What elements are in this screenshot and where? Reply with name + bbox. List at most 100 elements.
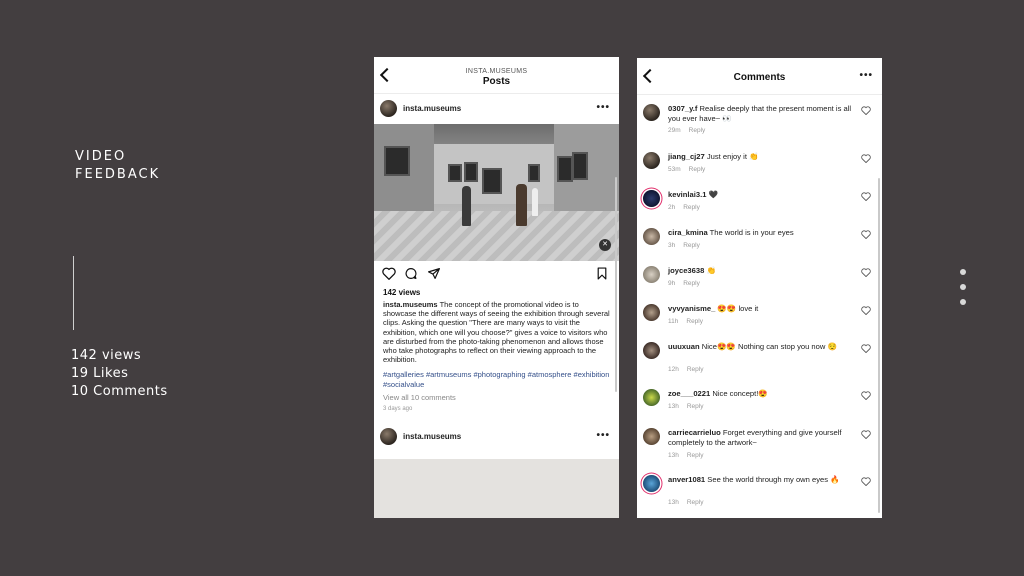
mute-icon[interactable]: ✕ (599, 239, 611, 251)
comment-like-heart-icon[interactable] (861, 192, 871, 201)
reply-button[interactable]: Reply (687, 403, 704, 410)
reply-button[interactable]: Reply (683, 280, 700, 287)
reply-button[interactable]: Reply (686, 318, 703, 325)
stat-likes: 19 Likes (71, 366, 129, 381)
comment-username[interactable]: anver1081 (668, 475, 705, 484)
more-options-icon[interactable]: ••• (596, 102, 610, 113)
post-actions (374, 261, 619, 283)
comment-text: 🖤 (708, 190, 719, 199)
slide-title: VIDEO FEEDBACK (75, 148, 160, 184)
comment-like-heart-icon[interactable] (861, 344, 871, 353)
comment-username[interactable]: kevinlai3.1 (668, 190, 706, 199)
avatar[interactable] (643, 475, 660, 492)
reply-button[interactable]: Reply (687, 499, 704, 506)
divider-line (73, 256, 74, 330)
comment-username[interactable]: joyce3638 (668, 266, 704, 275)
avatar[interactable] (380, 100, 397, 117)
posts-header: INSTA.MUSEUMS Posts (374, 57, 619, 94)
reply-button[interactable]: Reply (687, 452, 704, 459)
comment-like-heart-icon[interactable] (861, 154, 871, 163)
comment-time: 53m (668, 166, 681, 173)
header-title: Posts (482, 76, 511, 87)
stat-views: 142 views (71, 348, 142, 363)
comment-like-heart-icon[interactable] (861, 306, 871, 315)
slide-title-line2: FEEDBACK (75, 167, 161, 182)
reply-button[interactable]: Reply (689, 166, 706, 173)
post-username[interactable]: insta.museums (403, 104, 461, 113)
comment-username[interactable]: uuuxuan (668, 342, 700, 351)
comments-screen: Comments ••• 0307_y.f Realise deeply tha… (637, 58, 882, 518)
comment-username[interactable]: jiang_cj27 (668, 152, 705, 161)
more-dots-icon (960, 269, 966, 314)
comment-like-heart-icon[interactable] (861, 430, 871, 439)
reply-button[interactable]: Reply (689, 127, 706, 134)
comment-username[interactable]: carriecarrieluo (668, 428, 721, 437)
next-post-image[interactable] (374, 459, 619, 518)
post-video[interactable]: ✕ (374, 124, 619, 261)
next-post-header: insta.museums ••• (374, 421, 619, 451)
avatar[interactable] (643, 304, 660, 321)
post-header: insta.museums ••• (374, 94, 619, 124)
scrollbar[interactable] (878, 178, 880, 513)
more-options-icon[interactable]: ••• (596, 430, 610, 441)
comment-username[interactable]: vyvyanisme_ (668, 304, 715, 313)
header-title: Comments (733, 72, 786, 83)
comment-username[interactable]: 0307_y.f (668, 104, 697, 113)
comment-like-heart-icon[interactable] (861, 230, 871, 239)
comment-time: 29m (668, 127, 681, 134)
like-heart-icon[interactable] (382, 267, 396, 280)
stat-comments: 10 Comments (71, 384, 168, 399)
avatar[interactable] (643, 266, 660, 283)
view-count: 142 views (383, 288, 421, 297)
comment-username[interactable]: zoe___0221 (668, 389, 710, 398)
next-post-username[interactable]: insta.museums (403, 432, 461, 441)
avatar[interactable] (643, 228, 660, 245)
comment-time: 2h (668, 204, 676, 211)
comment-time: 12h (668, 366, 679, 373)
comment-time: 9h (668, 280, 676, 287)
comment-time: 3h (668, 242, 676, 249)
comment-like-heart-icon[interactable] (861, 477, 871, 486)
post-hashtags[interactable]: #artgalleries #artmuseums #photographing… (374, 364, 619, 388)
avatar[interactable] (643, 190, 660, 207)
comment-like-heart-icon[interactable] (861, 391, 871, 400)
comment-text: 😍😍 love it (717, 304, 759, 313)
comment-text: Nice😍😍 Nothing can stop you now 😌 (701, 342, 837, 351)
header-account: INSTA.MUSEUMS (465, 68, 528, 75)
view-all-comments-link[interactable]: View all 10 comments (374, 389, 619, 402)
comment-time: 13h (668, 403, 679, 410)
comments-header: Comments ••• (637, 58, 882, 95)
comment-text: See the world through my own eyes 🔥 (707, 475, 840, 484)
comment-time: 13h (668, 499, 679, 506)
comment-like-heart-icon[interactable] (861, 268, 871, 277)
posts-screen: INSTA.MUSEUMS Posts insta.museums ••• ✕ (374, 57, 619, 518)
comment-text: The world is in your eyes (709, 228, 794, 237)
avatar[interactable] (643, 342, 660, 359)
more-options-icon[interactable]: ••• (859, 70, 873, 81)
comment-text: Nice concept!😍 (712, 389, 768, 398)
scrollbar[interactable] (615, 177, 617, 392)
comment-time: 13h (668, 452, 679, 459)
avatar[interactable] (643, 104, 660, 121)
bookmark-icon[interactable] (596, 267, 608, 280)
avatar[interactable] (643, 428, 660, 445)
avatar[interactable] (643, 389, 660, 406)
avatar[interactable] (380, 427, 397, 445)
caption-text: The concept of the promotional video is … (383, 300, 610, 365)
comment-icon[interactable] (404, 267, 418, 280)
comment-username[interactable]: cira_kmina (668, 228, 708, 237)
reply-button[interactable]: Reply (683, 204, 700, 211)
slide-title-line1: VIDEO (75, 149, 127, 164)
post-caption: insta.museums The concept of the promoti… (374, 297, 619, 364)
comment-text: Just enjoy it 👏 (706, 152, 759, 161)
stats-list: 142 views 19 Likes 10 Comments (71, 347, 168, 401)
avatar[interactable] (643, 152, 660, 169)
caption-username[interactable]: insta.museums (383, 300, 438, 309)
reply-button[interactable]: Reply (687, 366, 704, 373)
comment-text: 👏 (706, 266, 716, 275)
comment-like-heart-icon[interactable] (861, 106, 871, 115)
reply-button[interactable]: Reply (683, 242, 700, 249)
comment-time: 11h (668, 318, 679, 325)
post-timestamp: 3 days ago (383, 405, 413, 412)
share-icon[interactable] (427, 267, 441, 280)
